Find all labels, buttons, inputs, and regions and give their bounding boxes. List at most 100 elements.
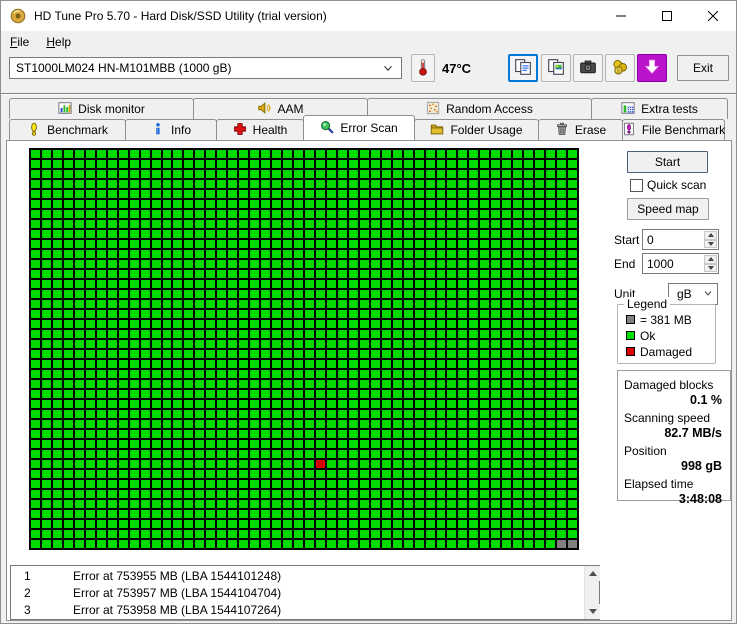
quick-scan-option[interactable]: Quick scan [630, 178, 706, 192]
exit-button[interactable]: Exit [677, 55, 729, 81]
scan-block-ok [327, 390, 336, 398]
scan-block-ok [371, 440, 380, 448]
buy-button[interactable]: $ [605, 54, 635, 82]
error-list-item[interactable]: 2Error at 753957 MB (LBA 1544104704) [11, 584, 583, 601]
scan-block-ok [206, 420, 215, 428]
drive-select[interactable]: ST1000LM024 HN-M101MBB (1000 gB) [9, 57, 402, 79]
scan-block-ok [305, 420, 314, 428]
tab-benchmark[interactable]: Benchmark [9, 119, 126, 140]
scan-block-ok [568, 360, 577, 368]
tab-health[interactable]: Health [216, 119, 304, 140]
maximize-button[interactable] [644, 1, 690, 31]
download-button[interactable] [637, 54, 667, 82]
unit-select[interactable]: gB [668, 283, 718, 305]
start-spin-down-button[interactable] [704, 240, 717, 249]
tab-disk-monitor[interactable]: Disk monitor [9, 98, 194, 119]
start-scan-button[interactable]: Start [627, 151, 708, 173]
scan-block-ok [119, 150, 128, 158]
close-button[interactable] [690, 1, 736, 31]
scan-block-ok [217, 270, 226, 278]
scan-block-ok [152, 220, 161, 228]
scan-block-ok [524, 490, 533, 498]
error-list[interactable]: 1Error at 753955 MB (LBA 1544101248)2Err… [10, 565, 600, 620]
tab-erase[interactable]: Erase [538, 119, 623, 140]
screenshot-button[interactable] [573, 54, 603, 82]
menu-file[interactable]: File [2, 33, 37, 51]
scan-block-ok [250, 440, 259, 448]
scan-block-ok [491, 180, 500, 188]
error-list-item[interactable]: 3Error at 753958 MB (LBA 1544107264) [11, 601, 583, 618]
scan-block-ok [97, 200, 106, 208]
scan-block-ok [360, 180, 369, 188]
start-spin-up-button[interactable] [704, 231, 717, 240]
scan-block-ok [349, 340, 358, 348]
scan-block-ok [283, 460, 292, 468]
scan-block-ok [415, 320, 424, 328]
tab-file-benchmark[interactable]: File Benchmark [622, 119, 725, 140]
scan-block-ok [42, 340, 51, 348]
minimize-button[interactable] [598, 1, 644, 31]
scan-block-ok [426, 410, 435, 418]
temperature-button[interactable] [411, 54, 435, 82]
quick-scan-checkbox[interactable] [630, 179, 643, 192]
scan-block-ok [86, 380, 95, 388]
scroll-down-button[interactable] [585, 604, 600, 619]
end-spin-down-button[interactable] [704, 264, 717, 273]
scan-block-ok [64, 520, 73, 528]
scan-block-ok [404, 410, 413, 418]
error-list-scrollbar[interactable] [584, 566, 599, 619]
scan-block-ok [360, 500, 369, 508]
scan-block-ok [393, 340, 402, 348]
scan-block-ok [239, 220, 248, 228]
scan-block-ok [195, 200, 204, 208]
start-position-input[interactable]: 0 [642, 229, 719, 250]
scan-block-ok [437, 430, 446, 438]
scan-block-ok [404, 290, 413, 298]
scan-block-ok [557, 300, 566, 308]
speed-map-button[interactable]: Speed map [627, 198, 709, 220]
tab-info[interactable]: Info [125, 119, 217, 140]
scan-block-ok [31, 410, 40, 418]
scan-block-ok [141, 210, 150, 218]
tab-error-scan[interactable]: Error Scan [303, 115, 415, 140]
end-spin-up-button[interactable] [704, 255, 717, 264]
scan-block-ok [250, 530, 259, 538]
scroll-up-button[interactable] [585, 566, 600, 581]
scan-block-ok [184, 480, 193, 488]
copy-image-button[interactable] [541, 54, 571, 82]
scan-block-ok [469, 270, 478, 278]
scan-block-ok [141, 410, 150, 418]
error-list-item[interactable]: 1Error at 753955 MB (LBA 1544101248) [11, 567, 583, 584]
scan-block-ok [206, 250, 215, 258]
scan-block-ok [502, 470, 511, 478]
scan-block-ok [283, 320, 292, 328]
tab-folder-usage[interactable]: Folder Usage [414, 119, 539, 140]
scan-block-unscanned [568, 540, 577, 548]
legend-group: Legend = 381 MBOkDamaged [617, 304, 716, 364]
end-position-input[interactable]: 1000 [642, 253, 719, 274]
scan-block-ok [557, 520, 566, 528]
scan-block-ok [239, 460, 248, 468]
scan-block-ok [568, 310, 577, 318]
menu-help[interactable]: Help [38, 33, 79, 51]
scan-block-ok [97, 420, 106, 428]
disk-monitor-icon [58, 101, 72, 118]
scan-block-ok [31, 490, 40, 498]
scan-block-ok [502, 480, 511, 488]
scan-block-ok [206, 390, 215, 398]
tab-extra-tests[interactable]: Extra tests [591, 98, 728, 119]
scan-block-ok [557, 470, 566, 478]
scan-block-ok [163, 410, 172, 418]
scan-block-ok [316, 450, 325, 458]
scan-block-ok [294, 230, 303, 238]
scan-block-ok [108, 290, 117, 298]
scan-block-ok [535, 160, 544, 168]
copy-text-button[interactable] [508, 54, 538, 82]
scan-block-ok [327, 430, 336, 438]
scan-block-ok [228, 300, 237, 308]
scan-block-ok [546, 370, 555, 378]
tab-label: AAM [277, 102, 303, 116]
tab-label: Benchmark [47, 123, 108, 137]
scan-block-ok [272, 370, 281, 378]
scan-block-ok [568, 340, 577, 348]
